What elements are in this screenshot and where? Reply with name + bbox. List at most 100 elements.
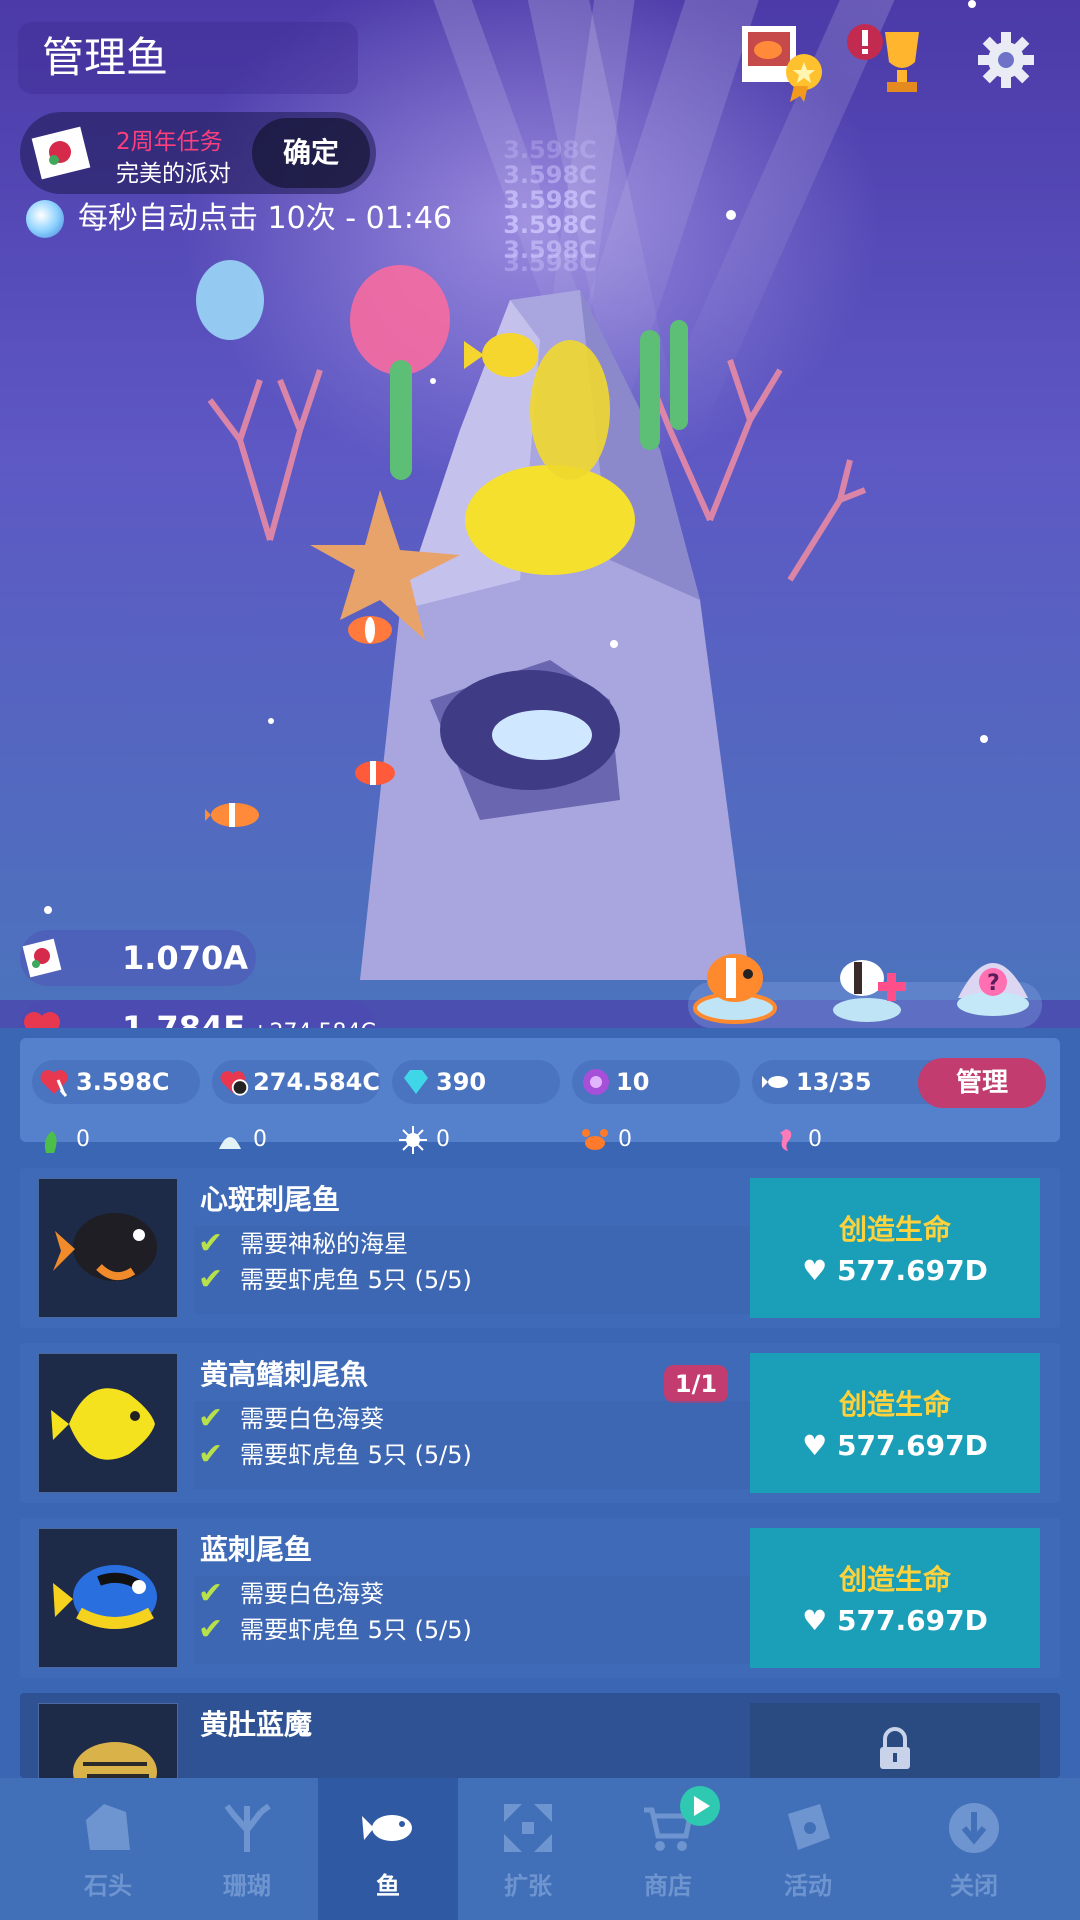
seahorse-value: 0	[808, 1127, 822, 1152]
fish-name: 蓝刺尾鱼	[200, 1533, 313, 1566]
fish-card: 心斑刺尾鱼 ✔ 需要神秘的海星 ✔ 需要虾虎鱼 5只 (5/5) 创造生命 ♥ 57…	[20, 1168, 1060, 1328]
check-icon: ✔	[198, 1401, 224, 1436]
fish-requirements: ✔ 需要白色海葵 ✔ 需要虾虎鱼 5只 (5/5)	[194, 1401, 754, 1489]
clownfish	[205, 803, 259, 827]
requirement-text: 需要白色海葵	[240, 1405, 384, 1433]
requirement-text: 需要神秘的海星	[240, 1230, 408, 1258]
play-video-icon	[680, 1786, 720, 1826]
nav-expand[interactable]: 扩张	[458, 1778, 598, 1920]
floating-value: 3.598C	[503, 211, 597, 239]
shell-count: 0	[215, 1120, 267, 1160]
seaweed-count: 0	[38, 1120, 90, 1160]
globe-icon	[26, 200, 64, 238]
blue-tang-icon	[53, 1565, 157, 1629]
crab-value: 0	[618, 1127, 632, 1152]
mission-subtitle: 完美的派对	[116, 161, 231, 187]
mission-confirm-button[interactable]: 确定	[252, 118, 370, 188]
requirement-row: ✔ 需要虾虎鱼 5只 (5/5)	[194, 1262, 754, 1298]
settings-gear-icon[interactable]	[976, 30, 1036, 90]
locked-slot	[750, 1703, 1040, 1778]
floating-value: 3.598C	[503, 249, 597, 277]
fish-thumbnail	[38, 1178, 178, 1318]
nav-label: 珊瑚	[223, 1872, 271, 1900]
add-fish-icon[interactable]	[822, 938, 912, 1028]
stone-icon	[86, 1804, 130, 1850]
clownfish-manage-icon[interactable]	[690, 938, 780, 1028]
nav-label: 鱼	[376, 1872, 400, 1900]
mystery-shell-icon[interactable]: ?	[948, 938, 1038, 1028]
urchin-icon	[399, 1126, 427, 1154]
heart-tap-icon	[40, 1070, 68, 1097]
heart-timer-icon	[220, 1071, 249, 1096]
requirement-row: ✔ 需要白色海葵	[194, 1576, 754, 1612]
party-currency: 1.070A	[20, 930, 256, 986]
nav-event[interactable]: 活动	[738, 1778, 878, 1920]
gem-value: 390	[436, 1068, 487, 1096]
requirement-text: 需要虾虎鱼 5只 (5/5)	[240, 1441, 472, 1469]
create-life-cost: ♥ 577.697D	[802, 1254, 988, 1287]
page-title: 管理鱼	[18, 22, 358, 94]
fish-count-value: 13/35	[796, 1068, 872, 1096]
manage-button[interactable]: 管理	[918, 1058, 1046, 1108]
coral-icon	[224, 1803, 271, 1852]
check-icon: ✔	[198, 1437, 224, 1472]
fish-name: 黄肚蓝魔	[200, 1708, 313, 1741]
create-life-button[interactable]: 创造生命 ♥ 577.697D	[750, 1353, 1040, 1493]
floating-tap-values: 3.598C 3.598C 3.598C 3.598C 3.598C 3.598…	[490, 138, 610, 276]
seahorse-count: 0	[770, 1120, 822, 1160]
floating-value: 3.598C	[503, 136, 597, 164]
heart-spot-tang-icon	[53, 1213, 157, 1281]
mission-title: 2周年任务	[116, 129, 223, 155]
cost-value: 577.697D	[837, 1604, 988, 1637]
trophy-icon[interactable]	[845, 22, 925, 102]
urchin-value: 0	[436, 1127, 450, 1152]
nav-stone[interactable]: 石头	[38, 1778, 178, 1920]
fish-name: 心斑刺尾鱼	[200, 1183, 341, 1216]
photo-album-icon[interactable]	[740, 22, 830, 102]
event-icon	[788, 1804, 830, 1850]
pearl-value: 10	[616, 1068, 650, 1096]
party-value: 1.070A	[122, 939, 248, 977]
create-life-cost: ♥ 577.697D	[802, 1604, 988, 1637]
fish-thumbnail	[38, 1703, 178, 1778]
nav-label: 商店	[644, 1872, 692, 1900]
shell-value: 0	[253, 1127, 267, 1152]
nav-close[interactable]: 关闭	[904, 1778, 1044, 1920]
nav-shop[interactable]: 商店	[598, 1778, 738, 1920]
close-arrow-icon	[949, 1803, 999, 1853]
autoclick-text: 每秒自动点击 10次 - 01:46	[78, 201, 453, 236]
check-icon: ✔	[198, 1226, 224, 1261]
requirement-text: 需要白色海葵	[240, 1580, 384, 1608]
clownfish	[355, 761, 395, 785]
urchin-count: 0	[398, 1120, 450, 1160]
nav-coral[interactable]: 珊瑚	[177, 1778, 317, 1920]
check-icon: ✔	[198, 1576, 224, 1611]
check-icon: ✔	[198, 1612, 224, 1647]
nav-label: 扩张	[504, 1872, 552, 1900]
yellow-belly-damsel-icon	[73, 1742, 157, 1778]
yellow-tang-icon	[51, 1388, 155, 1460]
cost-value: 577.697D	[837, 1254, 988, 1287]
seaweed-icon	[44, 1131, 57, 1153]
nav-label: 活动	[784, 1872, 832, 1900]
party-card-icon	[22, 938, 62, 978]
requirement-text: 需要虾虎鱼 5只 (5/5)	[240, 1616, 472, 1644]
fish-card: 黄高鳍刺尾魚 1/1 ✔ 需要白色海葵 ✔ 需要虾虎鱼 5只 (5/5) 创造生命 …	[20, 1343, 1060, 1503]
expand-icon	[504, 1804, 552, 1852]
lock-icon	[880, 1727, 910, 1769]
diamond-icon	[404, 1070, 428, 1094]
nav-fish[interactable]: 鱼	[318, 1778, 458, 1920]
tap-value-stat: 3.598C	[32, 1060, 200, 1104]
owned-count-badge: 1/1	[664, 1365, 728, 1403]
create-life-button[interactable]: 创造生命 ♥ 577.697D	[750, 1528, 1040, 1668]
requirement-row: ✔ 需要虾虎鱼 5只 (5/5)	[194, 1437, 754, 1473]
requirement-row: ✔ 需要虾虎鱼 5只 (5/5)	[194, 1612, 754, 1648]
create-life-label: 创造生命	[838, 1563, 951, 1596]
crab-icon	[582, 1129, 608, 1150]
create-life-button[interactable]: 创造生命 ♥ 577.697D	[750, 1178, 1040, 1318]
party-card-icon	[31, 126, 91, 180]
fish-requirements: ✔ 需要神秘的海星 ✔ 需要虾虎鱼 5只 (5/5)	[194, 1226, 754, 1314]
crab-count: 0	[580, 1120, 632, 1160]
nav-label: 关闭	[950, 1872, 998, 1900]
svg-text:?: ?	[987, 971, 1000, 996]
